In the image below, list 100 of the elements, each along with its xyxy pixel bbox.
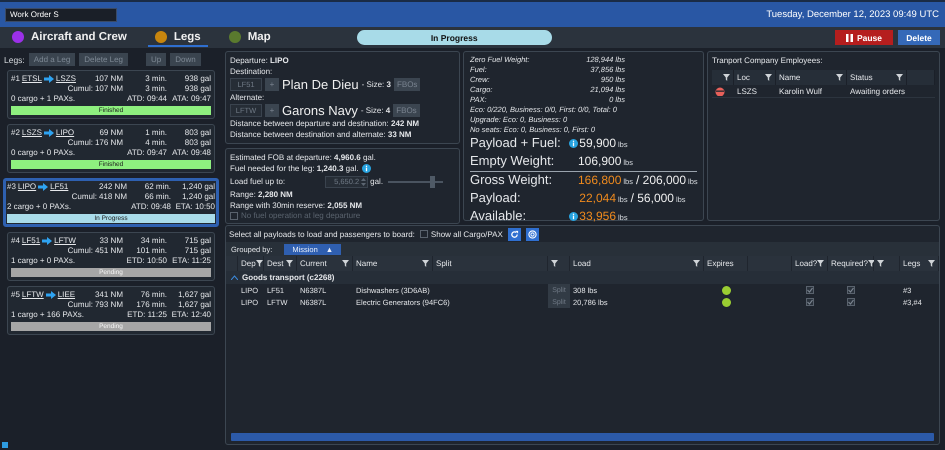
fuel-unit: gal. bbox=[370, 177, 384, 186]
airport-link[interactable]: LF51 bbox=[22, 236, 40, 245]
status-pill: In Progress bbox=[356, 30, 552, 45]
cumul-fuel: 938 gal bbox=[184, 84, 211, 93]
filter-icon[interactable] bbox=[693, 260, 700, 267]
airport-link[interactable]: LSZS bbox=[22, 128, 42, 137]
column-header[interactable]: Name bbox=[353, 256, 433, 271]
airport-label: Destination: bbox=[230, 66, 274, 77]
column-header[interactable]: Required? bbox=[828, 256, 874, 271]
pause-icon bbox=[846, 34, 853, 42]
airport-label: Alternate: bbox=[230, 92, 266, 103]
airport-link[interactable]: LFTW bbox=[22, 290, 44, 299]
total-value: 166,800 bbox=[578, 172, 622, 188]
filter-icon[interactable] bbox=[256, 260, 263, 267]
leg-fuel: 715 gal bbox=[184, 236, 211, 245]
leg-number: #4 bbox=[11, 236, 20, 245]
refresh-button[interactable] bbox=[508, 228, 521, 240]
airport-link[interactable]: LIPO bbox=[18, 182, 36, 191]
required-checkbox[interactable] bbox=[847, 286, 855, 294]
reload-all-button[interactable] bbox=[526, 228, 539, 240]
work-order-field[interactable]: Work Order S bbox=[5, 8, 117, 22]
leg-distance: 69 NM bbox=[98, 128, 123, 137]
leg-load: 1 cargo + 0 PAXs. bbox=[11, 256, 76, 265]
employees-title: Tranport Company Employees: bbox=[712, 55, 824, 66]
departure-time: ETD: 10:50 bbox=[126, 256, 167, 265]
tab[interactable]: Map bbox=[222, 28, 278, 47]
legs-label: Legs: bbox=[4, 54, 25, 64]
leg-distance: 242 NM bbox=[98, 182, 127, 191]
cumul-distance: 176 NM bbox=[94, 138, 123, 147]
pause-button[interactable]: Pause bbox=[835, 30, 893, 45]
range-text: Range with 30min reserve: 2,055 NM bbox=[230, 200, 364, 211]
filter-icon[interactable] bbox=[765, 74, 772, 81]
filter-icon[interactable] bbox=[286, 260, 293, 267]
info-icon[interactable] bbox=[569, 138, 578, 148]
leg-time: 62 min. bbox=[144, 182, 171, 191]
airport-size: - Size: 4 bbox=[360, 106, 390, 115]
column-header[interactable]: Dest bbox=[264, 256, 297, 271]
airport-link[interactable]: LFTW bbox=[54, 236, 76, 245]
horizontal-scrollbar[interactable] bbox=[231, 433, 934, 441]
airport-link[interactable]: LF51 bbox=[50, 182, 68, 191]
show-all-checkbox[interactable]: Show all Cargo/PAX bbox=[420, 230, 503, 238]
airport-link[interactable]: ETSL bbox=[22, 74, 42, 83]
column-header[interactable]: Status bbox=[847, 70, 907, 85]
column-header[interactable]: Dep bbox=[238, 256, 264, 271]
arrow-icon bbox=[38, 182, 48, 190]
leg-fuel: 938 gal bbox=[184, 74, 211, 83]
filter-icon[interactable] bbox=[723, 74, 730, 81]
cumul-label: Cumul: bbox=[66, 246, 93, 255]
departure-time: ATD: 09:48 bbox=[130, 202, 171, 211]
column-header[interactable]: Expires bbox=[704, 256, 748, 271]
info-icon[interactable] bbox=[362, 164, 371, 174]
filter-icon[interactable] bbox=[551, 260, 558, 267]
cumul-time: 4 min. bbox=[144, 138, 167, 147]
table-cell: Awaiting orders bbox=[847, 85, 907, 98]
cumul-label: Cumul: bbox=[70, 192, 97, 201]
airport-link[interactable]: LIEE bbox=[58, 290, 76, 299]
total-label: Payload: bbox=[470, 190, 521, 206]
cumul-fuel: 803 gal bbox=[184, 138, 211, 147]
column-header[interactable]: Name bbox=[776, 70, 847, 85]
total-value: 106,900 bbox=[578, 153, 622, 169]
tab[interactable]: Aircraft and Crew bbox=[5, 28, 134, 47]
filter-icon[interactable] bbox=[342, 260, 349, 267]
table-cell: Karolin Wulf bbox=[776, 85, 847, 98]
filter-icon[interactable] bbox=[896, 74, 903, 81]
cumul-distance: 451 NM bbox=[94, 246, 123, 255]
tab[interactable]: Legs bbox=[148, 28, 208, 47]
arrival-time: ATA: 09:47 bbox=[171, 94, 211, 103]
column-header[interactable]: Current bbox=[297, 256, 353, 271]
fuel-slider-thumb[interactable] bbox=[430, 176, 436, 188]
arrow-icon bbox=[46, 290, 56, 298]
filter-icon[interactable] bbox=[422, 260, 429, 267]
leg-time: 3 min. bbox=[144, 74, 167, 83]
cumul-label: Cumul: bbox=[66, 138, 93, 147]
leg-fuel: 803 gal bbox=[184, 128, 211, 137]
range-text: Range: 2,280 NM bbox=[230, 189, 294, 200]
cumul-time: 176 min. bbox=[135, 300, 167, 309]
load-checkbox[interactable] bbox=[806, 298, 814, 306]
required-checkbox[interactable] bbox=[847, 298, 855, 306]
cumul-time: 3 min. bbox=[144, 84, 167, 93]
column-header[interactable]: Loc bbox=[734, 70, 776, 85]
filter-icon[interactable] bbox=[928, 260, 935, 267]
leg-time: 1 min. bbox=[144, 128, 167, 137]
airport-link[interactable]: LIPO bbox=[56, 128, 74, 137]
filter-icon[interactable] bbox=[817, 260, 824, 267]
departure-text: Departure: LIPO bbox=[230, 55, 290, 66]
airport-link[interactable]: LSZS bbox=[56, 74, 76, 83]
cumul-distance: 793 NM bbox=[94, 300, 123, 309]
total-value: 59,900 bbox=[578, 135, 616, 151]
load-checkbox[interactable] bbox=[806, 286, 814, 294]
info-icon[interactable] bbox=[569, 212, 578, 220]
collapse-icon[interactable] bbox=[231, 275, 238, 280]
column-header[interactable]: Split bbox=[433, 256, 548, 271]
column-header[interactable]: Load bbox=[570, 256, 704, 271]
column-header[interactable]: Load? bbox=[792, 256, 828, 271]
limit-value: / 206,000 bbox=[636, 173, 686, 187]
total-label: Empty Weight: bbox=[470, 153, 554, 169]
delete-button[interactable]: Delete bbox=[898, 30, 940, 45]
filter-icon[interactable] bbox=[836, 74, 843, 81]
fuel-text: Fuel needed for the leg: 1,240.3 gal. bbox=[230, 164, 359, 173]
column-header[interactable]: Legs bbox=[900, 256, 939, 271]
